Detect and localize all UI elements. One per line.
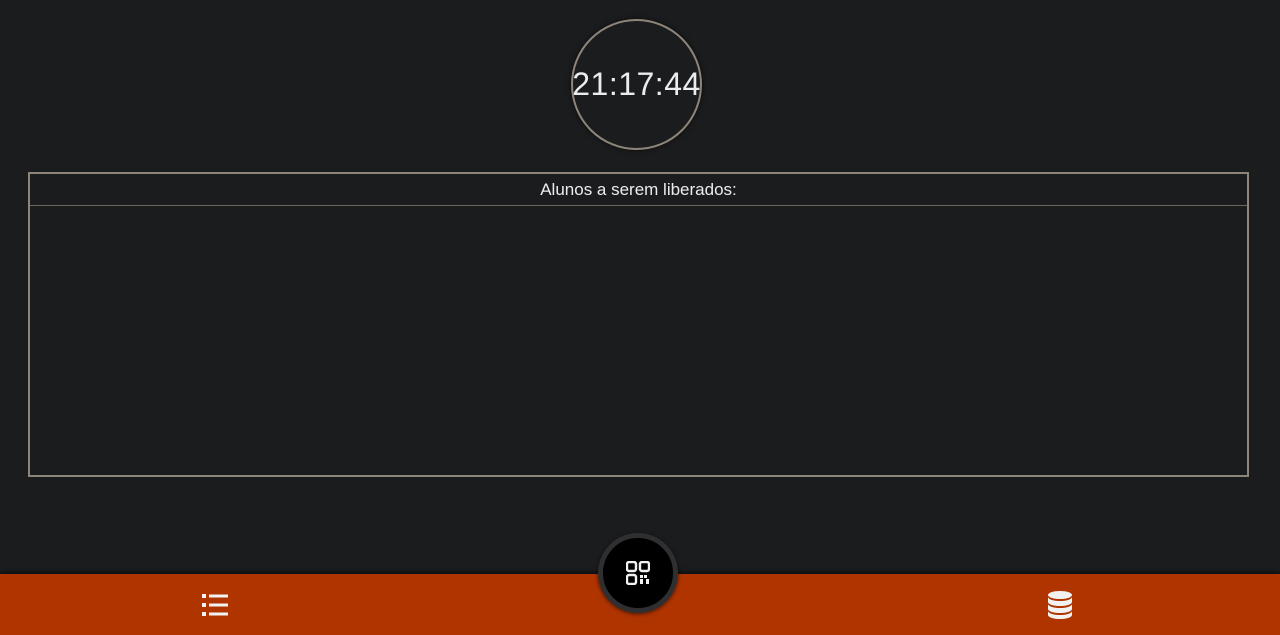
- database-button[interactable]: [1030, 574, 1090, 635]
- release-list-header: Alunos a serem liberados:: [30, 174, 1247, 206]
- list-button[interactable]: [185, 574, 245, 635]
- qr-scan-button[interactable]: [598, 533, 678, 613]
- qr-code-icon: [626, 561, 650, 585]
- list-icon: [202, 593, 228, 616]
- database-icon: [1048, 590, 1072, 619]
- release-list-panel: Alunos a serem liberados:: [28, 172, 1249, 477]
- release-list-body: [30, 206, 1247, 475]
- clock-time: 21:17:44: [572, 66, 701, 102]
- clock: 21:17:44: [571, 19, 702, 150]
